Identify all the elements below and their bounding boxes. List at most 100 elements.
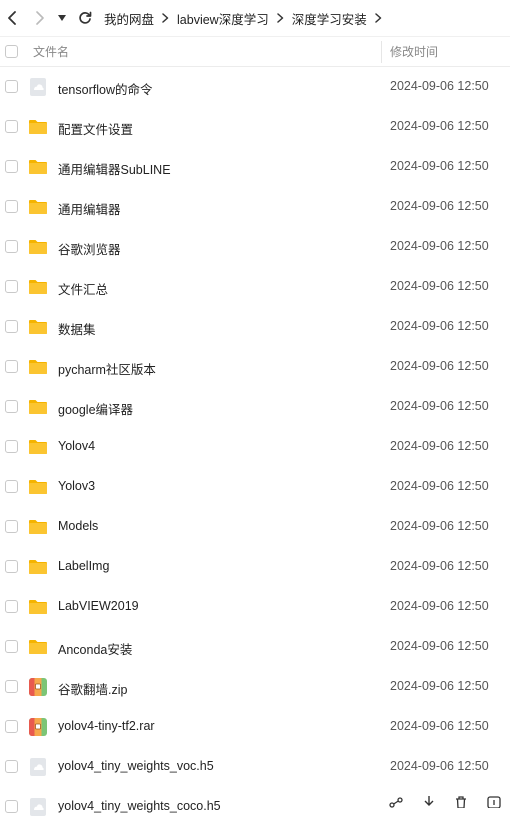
file-name[interactable]: 通用编辑器SubLINE — [58, 159, 171, 178]
file-modified-time: 2024-09-06 12:50 — [390, 239, 489, 253]
file-name[interactable]: yolov4_tiny_weights_coco.h5 — [58, 799, 221, 813]
row-checkbox[interactable] — [5, 240, 18, 253]
select-all-checkbox[interactable] — [5, 45, 18, 58]
share-icon[interactable] — [389, 796, 403, 808]
row-checkbox[interactable] — [5, 640, 18, 653]
file-modified-time: 2024-09-06 12:50 — [390, 119, 489, 133]
file-row[interactable]: 通用编辑器 2024-09-06 12:50 — [0, 187, 510, 227]
folder-icon — [28, 277, 48, 297]
file-row[interactable]: 通用编辑器SubLINE 2024-09-06 12:50 — [0, 147, 510, 187]
archive-file-icon — [28, 677, 48, 697]
row-checkbox[interactable] — [5, 680, 18, 693]
file-name[interactable]: pycharm社区版本 — [58, 359, 156, 378]
row-checkbox[interactable] — [5, 560, 18, 573]
column-header-name[interactable]: 文件名 — [33, 43, 69, 60]
file-name[interactable]: tensorflow的命令 — [58, 79, 152, 98]
download-icon[interactable] — [422, 796, 436, 808]
row-checkbox[interactable] — [5, 720, 18, 733]
file-modified-time: 2024-09-06 12:50 — [390, 519, 489, 533]
folder-icon — [28, 597, 48, 617]
file-modified-time: 2024-09-06 12:50 — [390, 159, 489, 173]
file-modified-time: 2024-09-06 12:50 — [390, 679, 489, 693]
file-modified-time: 2024-09-06 12:50 — [390, 559, 489, 573]
file-name[interactable]: 谷歌浏览器 — [58, 239, 121, 258]
file-name[interactable]: LabelImg — [58, 559, 109, 573]
file-row[interactable]: Anconda安装 2024-09-06 12:50 — [0, 627, 510, 667]
column-divider[interactable] — [381, 41, 382, 63]
more-icon[interactable] — [487, 796, 501, 808]
delete-icon[interactable] — [454, 796, 468, 808]
file-row[interactable]: google编译器 2024-09-06 12:50 — [0, 387, 510, 427]
file-row[interactable]: Yolov4 2024-09-06 12:50 — [0, 427, 510, 467]
folder-icon — [28, 477, 48, 497]
file-row[interactable]: LabVIEW2019 2024-09-06 12:50 — [0, 587, 510, 627]
folder-icon — [28, 117, 48, 137]
row-checkbox[interactable] — [5, 80, 18, 93]
row-checkbox[interactable] — [5, 320, 18, 333]
file-row[interactable]: 数据集 2024-09-06 12:50 — [0, 307, 510, 347]
file-name[interactable]: yolov4-tiny-tf2.rar — [58, 719, 155, 733]
file-name[interactable]: Models — [58, 519, 98, 533]
row-checkbox[interactable] — [5, 200, 18, 213]
file-name[interactable]: LabVIEW2019 — [58, 599, 139, 613]
forward-button[interactable] — [26, 0, 52, 36]
breadcrumb-item-current[interactable]: 深度学习安装 — [292, 9, 367, 28]
file-row[interactable]: yolov4-tiny-tf2.rar 2024-09-06 12:50 — [0, 707, 510, 747]
row-checkbox[interactable] — [5, 760, 18, 773]
file-name[interactable]: 数据集 — [58, 319, 96, 338]
file-row[interactable]: Models 2024-09-06 12:50 — [0, 507, 510, 547]
refresh-button[interactable] — [72, 0, 98, 36]
row-checkbox[interactable] — [5, 480, 18, 493]
row-checkbox[interactable] — [5, 120, 18, 133]
breadcrumb-item-my-drive[interactable]: 我的网盘 — [104, 9, 154, 28]
file-row[interactable]: yolov4_tiny_weights_voc.h5 2024-09-06 12:… — [0, 747, 510, 787]
file-name[interactable]: yolov4_tiny_weights_voc.h5 — [58, 759, 214, 773]
file-name[interactable]: google编译器 — [58, 399, 133, 418]
file-name[interactable]: Yolov4 — [58, 439, 95, 453]
row-checkbox[interactable] — [5, 600, 18, 613]
row-checkbox[interactable] — [5, 440, 18, 453]
back-arrow-icon — [8, 11, 16, 25]
file-modified-time: 2024-09-06 12:50 — [390, 279, 489, 293]
file-modified-time: 2024-09-06 12:50 — [390, 79, 489, 93]
file-modified-time: 2024-09-06 12:50 — [390, 599, 489, 613]
chevron-right-icon[interactable] — [374, 13, 382, 23]
column-header-modified[interactable]: 修改时间 — [390, 43, 438, 60]
caret-down-icon — [58, 15, 66, 21]
file-list: tensorflow的命令 2024-09-06 12:50 配置文件设置 2024-… — [0, 67, 510, 827]
breadcrumb-item-labview[interactable]: labview深度学习 — [177, 9, 269, 28]
row-checkbox[interactable] — [5, 160, 18, 173]
file-row[interactable]: pycharm社区版本 2024-09-06 12:50 — [0, 347, 510, 387]
file-row[interactable]: LabelImg 2024-09-06 12:50 — [0, 547, 510, 587]
row-checkbox[interactable] — [5, 800, 18, 813]
file-name[interactable]: Yolov3 — [58, 479, 95, 493]
file-modified-time: 2024-09-06 12:50 — [390, 199, 489, 213]
history-dropdown-button[interactable] — [52, 0, 72, 36]
file-row[interactable]: 谷歌浏览器 2024-09-06 12:50 — [0, 227, 510, 267]
file-modified-time: 2024-09-06 12:50 — [390, 639, 489, 653]
file-row[interactable]: 文件汇总 2024-09-06 12:50 — [0, 267, 510, 307]
file-row[interactable]: 谷歌翻墙.zip 2024-09-06 12:50 — [0, 667, 510, 707]
file-name[interactable]: Anconda安装 — [58, 639, 132, 658]
file-name[interactable]: 配置文件设置 — [58, 119, 133, 138]
folder-icon — [28, 517, 48, 537]
file-name[interactable]: 文件汇总 — [58, 279, 108, 298]
row-checkbox[interactable] — [5, 360, 18, 373]
folder-icon — [28, 317, 48, 337]
row-checkbox[interactable] — [5, 520, 18, 533]
row-checkbox[interactable] — [5, 400, 18, 413]
file-name[interactable]: 通用编辑器 — [58, 199, 121, 218]
back-button[interactable] — [0, 0, 26, 36]
floating-toolbar — [380, 796, 510, 808]
file-modified-time: 2024-09-06 12:50 — [390, 439, 489, 453]
file-modified-time: 2024-09-06 12:50 — [390, 319, 489, 333]
generic-file-icon — [28, 77, 48, 97]
file-name[interactable]: 谷歌翻墙.zip — [58, 679, 127, 698]
folder-icon — [28, 397, 48, 417]
file-row[interactable]: 配置文件设置 2024-09-06 12:50 — [0, 107, 510, 147]
row-checkbox[interactable] — [5, 280, 18, 293]
breadcrumb: 我的网盘 labview深度学习 深度学习安装 — [104, 9, 390, 28]
file-row[interactable]: Yolov3 2024-09-06 12:50 — [0, 467, 510, 507]
file-row[interactable]: tensorflow的命令 2024-09-06 12:50 — [0, 67, 510, 107]
folder-icon — [28, 157, 48, 177]
